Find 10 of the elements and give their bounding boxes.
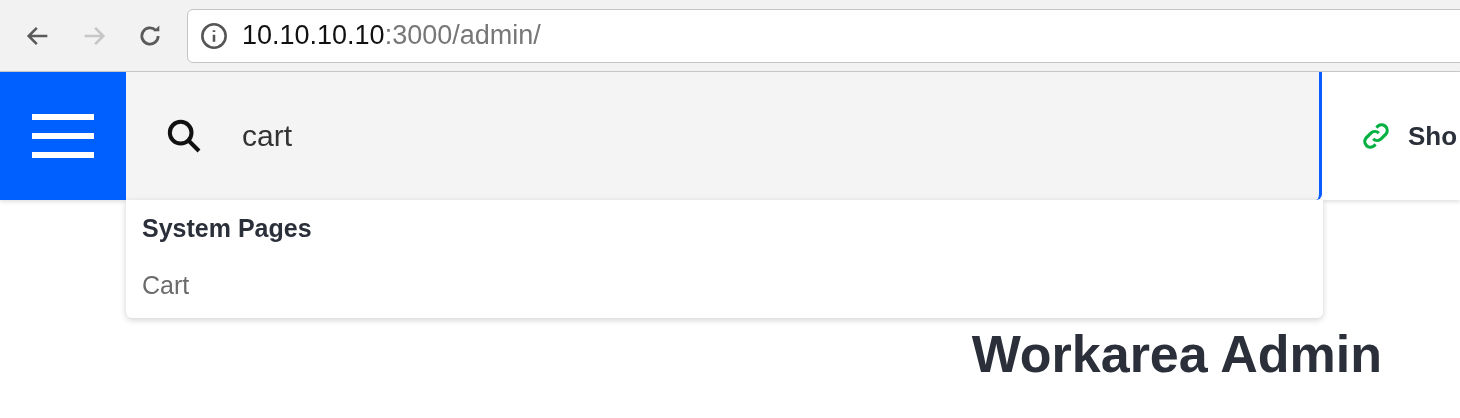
menu-icon — [32, 114, 94, 158]
result-group-heading: System Pages — [142, 214, 313, 243]
header-link[interactable]: Sho — [1408, 120, 1458, 152]
search-result[interactable]: Cart — [142, 271, 1307, 300]
info-icon — [200, 21, 228, 50]
menu-button[interactable] — [0, 72, 126, 200]
url-text: 10.10.10.10:3000/admin/ — [242, 20, 541, 51]
page-title: Workarea Admin — [971, 324, 1382, 384]
search-input[interactable]: cart — [240, 118, 844, 154]
address-bar[interactable]: 10.10.10.10:3000/admin/ — [187, 8, 1460, 63]
